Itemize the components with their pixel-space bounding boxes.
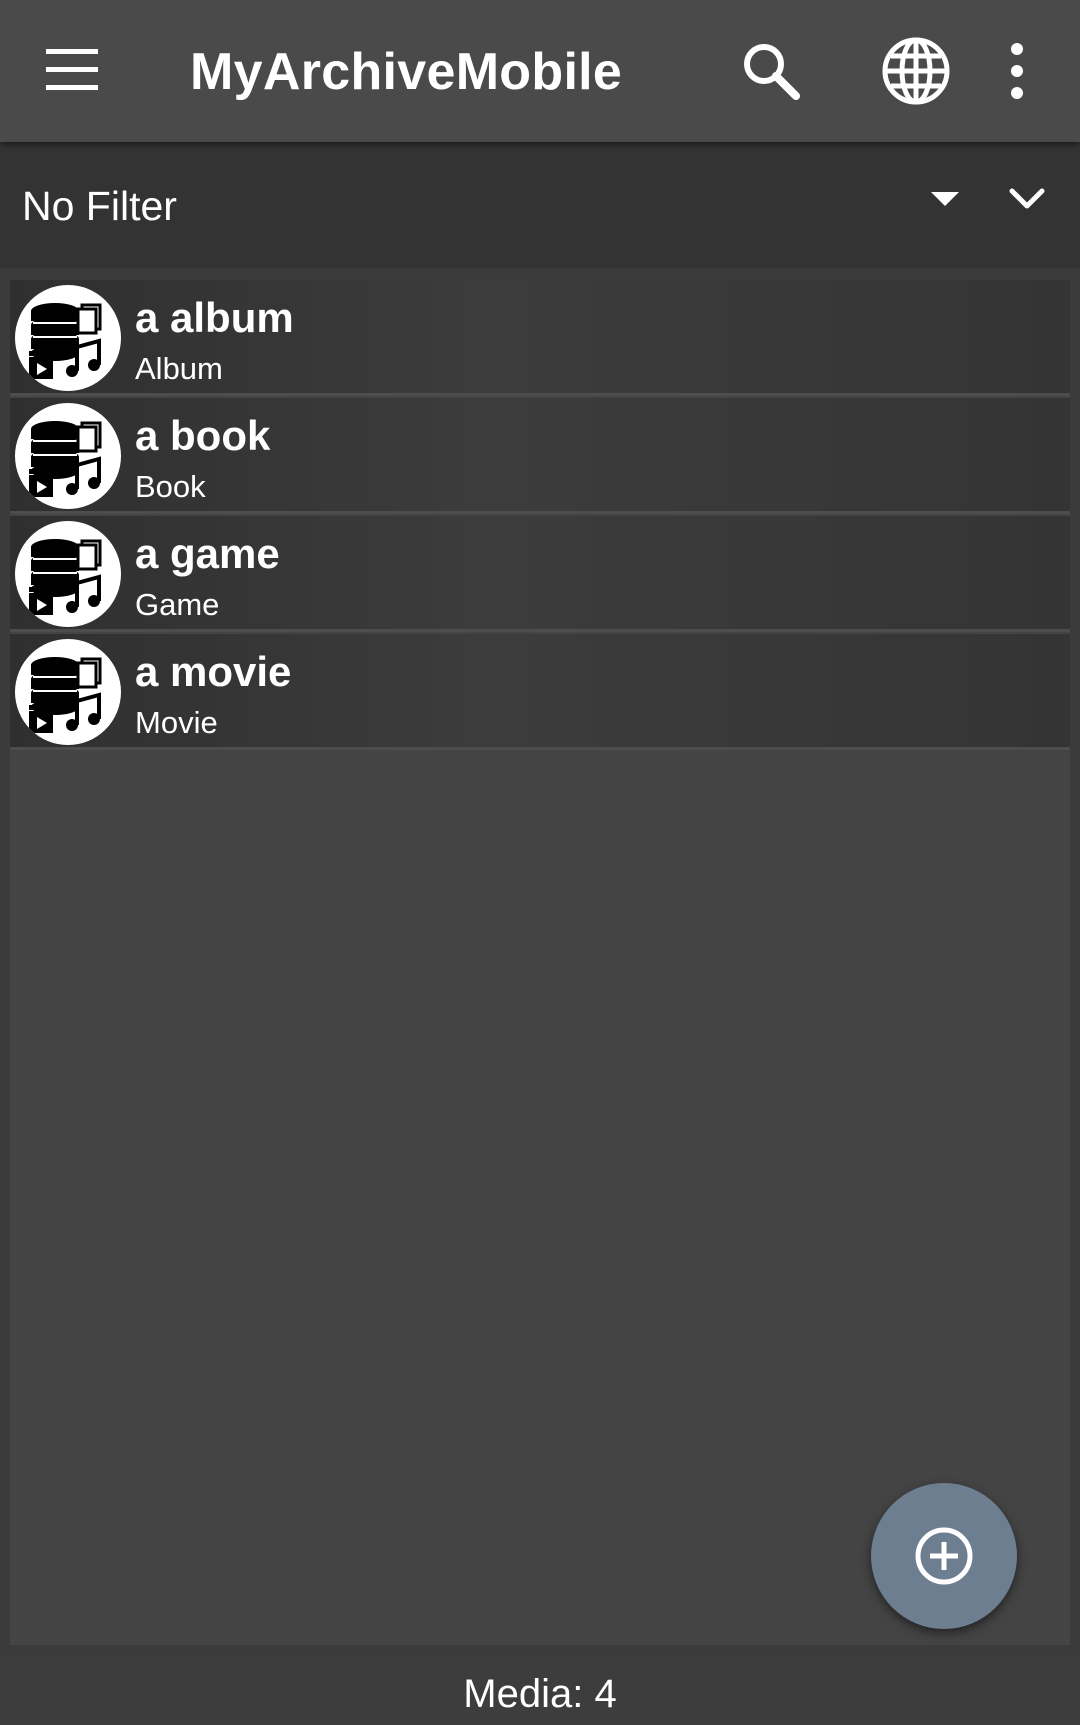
dropdown-caret-icon[interactable]	[929, 190, 961, 208]
app-title: MyArchiveMobile	[190, 43, 623, 101]
add-circle-icon	[915, 1527, 973, 1585]
list-item[interactable]: a album Album	[10, 280, 1070, 396]
more-vert-icon[interactable]	[1000, 40, 1034, 102]
item-subtitle: Movie	[135, 705, 218, 740]
media-archive-icon	[15, 521, 121, 627]
item-title: a book	[135, 412, 271, 459]
media-list: a album Album a book Book a game Game a …	[10, 280, 1070, 1645]
app-bar: MyArchiveMobile	[0, 0, 1080, 142]
search-icon[interactable]	[740, 40, 802, 102]
item-subtitle: Book	[135, 469, 206, 504]
item-title: a album	[135, 294, 294, 341]
status-footer: Media: 4	[0, 1655, 1080, 1725]
chevron-down-icon[interactable]	[1008, 182, 1046, 216]
media-archive-icon	[15, 403, 121, 509]
list-item[interactable]: a book Book	[10, 398, 1070, 514]
hamburger-menu-icon[interactable]	[44, 45, 100, 95]
list-item[interactable]: a movie Movie	[10, 634, 1070, 750]
item-title: a game	[135, 530, 280, 577]
filter-select-value[interactable]: No Filter	[22, 180, 177, 232]
list-item[interactable]: a game Game	[10, 516, 1070, 632]
media-archive-icon	[15, 639, 121, 745]
media-archive-icon	[15, 285, 121, 391]
filter-bar[interactable]: No Filter	[0, 142, 1080, 268]
item-title: a movie	[135, 648, 292, 695]
add-media-button[interactable]	[871, 1483, 1017, 1629]
item-subtitle: Game	[135, 587, 220, 622]
globe-icon[interactable]	[880, 35, 952, 107]
item-subtitle: Album	[135, 351, 223, 386]
media-count-label: Media: 4	[463, 1672, 617, 1716]
